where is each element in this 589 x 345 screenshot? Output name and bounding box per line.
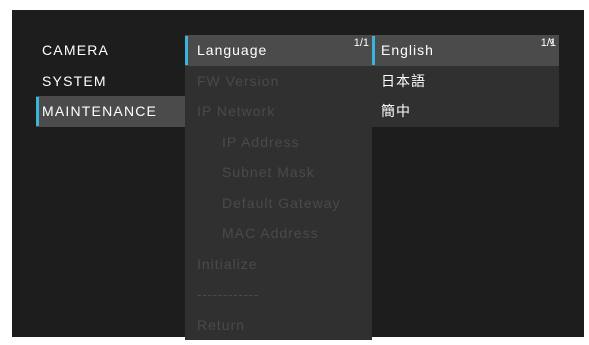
submenu-item-label: Return — [197, 316, 246, 333]
scroll-down-icon: v — [549, 36, 554, 47]
submenu-item-language[interactable]: Language 1/1 — [185, 35, 372, 66]
menu-item-label: CAMERA — [42, 42, 110, 58]
submenu-item-label: Initialize — [197, 255, 258, 272]
submenu-item-label: IP Network — [197, 103, 276, 119]
option-simplified-chinese[interactable]: 簡中 — [372, 96, 559, 127]
maintenance-submenu: Language 1/1 FW Version IP Network IP Ad… — [185, 35, 372, 340]
submenu-item-return[interactable]: Return — [185, 310, 372, 341]
main-menu: CAMERA SYSTEM MAINTENANCE — [36, 35, 185, 127]
submenu-item-label: MAC Address — [222, 225, 319, 241]
menu-item-system[interactable]: SYSTEM — [36, 66, 185, 97]
submenu-item-label: FW Version — [197, 72, 280, 89]
separator-label: ------------ — [197, 286, 259, 302]
option-label: 簡中 — [381, 103, 411, 119]
menu-item-label: MAINTENANCE — [42, 103, 158, 119]
menu-item-camera[interactable]: CAMERA — [36, 35, 185, 66]
submenu-item-mac-address[interactable]: MAC Address — [185, 218, 372, 249]
submenu-item-ip-network[interactable]: IP Network — [185, 96, 372, 127]
menu-item-maintenance[interactable]: MAINTENANCE — [36, 96, 185, 127]
submenu-item-fw-version[interactable]: FW Version — [185, 66, 372, 97]
page-indicator: 1/1 — [353, 37, 369, 49]
menu-item-label: SYSTEM — [42, 72, 107, 89]
submenu-item-label: Default Gateway — [222, 194, 341, 211]
option-label: 日本語 — [381, 72, 426, 89]
submenu-item-label: Subnet Mask — [222, 164, 315, 180]
option-english[interactable]: English 1/1 v — [372, 35, 559, 66]
submenu-item-ip-address[interactable]: IP Address — [185, 127, 372, 158]
submenu-item-initialize[interactable]: Initialize — [185, 249, 372, 280]
option-label: English — [381, 42, 434, 58]
option-japanese[interactable]: 日本語 — [372, 66, 559, 97]
submenu-separator: ------------ — [185, 279, 372, 310]
submenu-item-label: IP Address — [222, 133, 300, 150]
submenu-item-default-gateway[interactable]: Default Gateway — [185, 188, 372, 219]
submenu-item-label: Language — [197, 42, 268, 58]
language-options: English 1/1 v 日本語 簡中 — [372, 35, 559, 127]
osd-screen: CAMERA SYSTEM MAINTENANCE Language 1/1 F… — [12, 10, 584, 340]
submenu-item-subnet-mask[interactable]: Subnet Mask — [185, 157, 372, 188]
